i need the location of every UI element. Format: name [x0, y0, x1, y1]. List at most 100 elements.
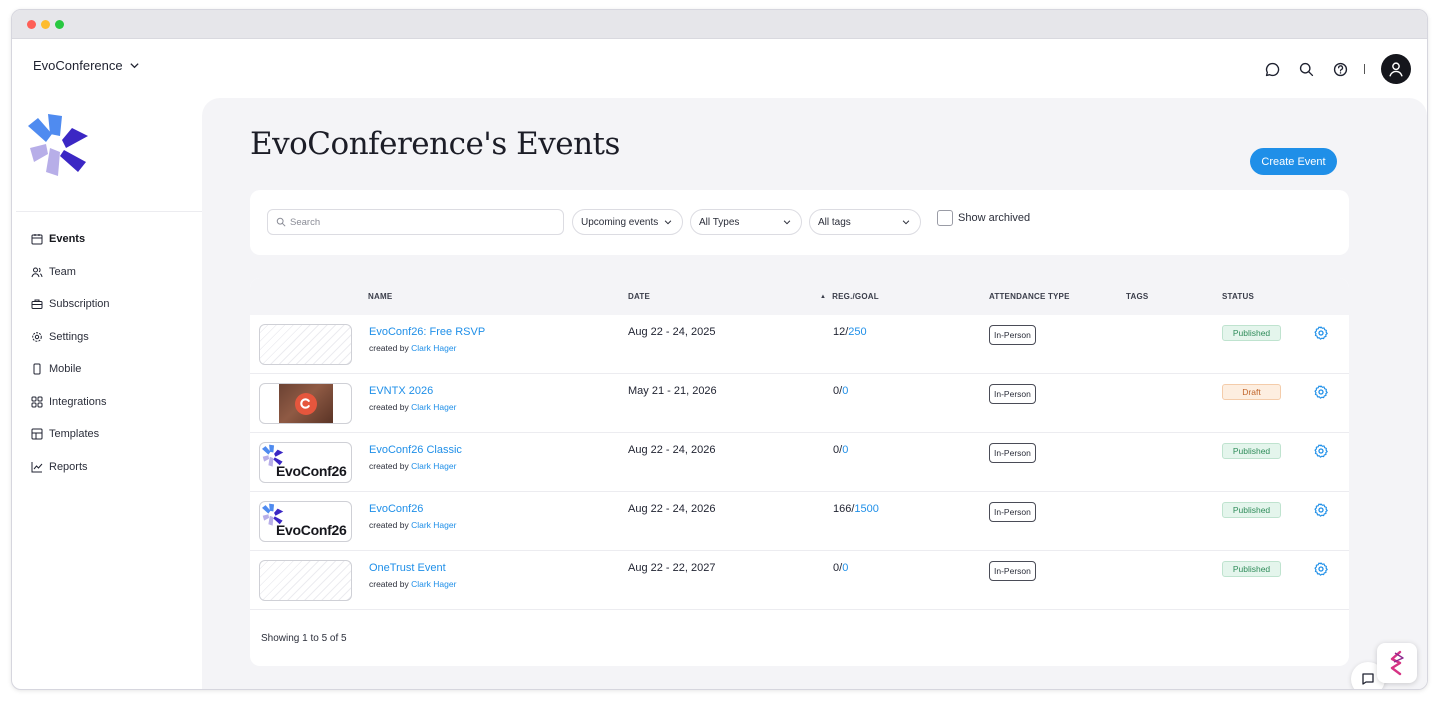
status-badge: Published: [1222, 502, 1281, 518]
event-settings-button[interactable]: [1314, 503, 1328, 517]
table-row: EVNTX 2026 created by Clark Hager May 21…: [250, 374, 1349, 433]
chat-icon[interactable]: [1262, 59, 1282, 79]
gear-icon: [1314, 444, 1328, 458]
brand-logo-icon[interactable]: [28, 114, 90, 178]
page-title: EvoConference's Events: [250, 126, 620, 162]
event-name-link[interactable]: EvoConf26 Classic: [369, 444, 462, 456]
creator-link[interactable]: Clark Hager: [411, 402, 456, 412]
create-event-button[interactable]: Create Event: [1250, 148, 1337, 175]
event-name-link[interactable]: EVNTX 2026: [369, 385, 433, 397]
sidebar-item-label: Templates: [49, 428, 100, 441]
window-close-button[interactable]: [27, 20, 36, 29]
event-settings-button[interactable]: [1314, 385, 1328, 399]
gear-icon: [1314, 503, 1328, 517]
column-header-status[interactable]: STATUS: [1222, 292, 1254, 301]
sidebar-item-reports[interactable]: Reports: [31, 451, 201, 484]
column-header-label: REG./GOAL: [832, 292, 879, 301]
created-by-label: created by: [369, 520, 409, 530]
main-content: EvoConference's Events Create Event Upco…: [202, 98, 1427, 689]
helper-widget-icon: [1390, 650, 1404, 676]
gear-icon: [1314, 326, 1328, 340]
sidebar-item-label: Events: [49, 233, 86, 246]
column-header-attendance[interactable]: ATTENDANCE TYPE: [989, 292, 1070, 301]
column-header-tags[interactable]: TAGS: [1126, 292, 1148, 301]
event-settings-button[interactable]: [1314, 444, 1328, 458]
sidebar-item-templates[interactable]: Templates: [31, 418, 201, 451]
status-badge: Published: [1222, 443, 1281, 459]
attendance-badge: In-Person: [989, 502, 1036, 522]
sidebar-item-integrations[interactable]: Integrations: [31, 386, 201, 419]
goal-link[interactable]: 0: [842, 385, 848, 397]
window-titlebar: [12, 10, 1427, 39]
event-name-link[interactable]: EvoConf26: Free RSVP: [369, 326, 485, 338]
creator-link[interactable]: Clark Hager: [411, 520, 456, 530]
event-name-link[interactable]: OneTrust Event: [369, 562, 446, 574]
sidebar-item-label: Subscription: [49, 298, 110, 311]
chat-bubble-icon: [1362, 673, 1374, 685]
search-icon[interactable]: [1296, 59, 1316, 79]
sort-asc-icon: ▲: [820, 293, 827, 300]
show-archived-label: Show archived: [958, 212, 1031, 224]
column-header-reg-goal[interactable]: ▲ REG./GOAL: [820, 292, 879, 301]
event-settings-button[interactable]: [1314, 562, 1328, 576]
goal-link[interactable]: 0: [842, 444, 848, 456]
goal-link[interactable]: 1500: [854, 503, 878, 515]
event-thumbnail[interactable]: [259, 324, 352, 365]
help-icon[interactable]: [1330, 59, 1350, 79]
status-badge: Published: [1222, 325, 1281, 341]
events-table: NAME DATE ▲ REG./GOAL ATTENDANCE TYPE TA…: [250, 278, 1349, 666]
sidebar-item-label: Mobile: [49, 363, 82, 376]
event-thumbnail[interactable]: EvoConf26: [259, 501, 352, 542]
sidebar-divider: [16, 211, 202, 212]
show-archived-toggle[interactable]: Show archived: [937, 210, 1030, 226]
event-settings-button[interactable]: [1314, 326, 1328, 340]
template-icon: [31, 428, 43, 440]
thumbnail-brand-text: EvoConf26: [276, 463, 347, 479]
dropdown-value: All Types: [699, 216, 740, 228]
created-by-label: created by: [369, 579, 409, 589]
table-row: EvoConf26 EvoConf26 Classic created by C…: [250, 433, 1349, 492]
creator-link[interactable]: Clark Hager: [411, 579, 456, 589]
reg-count: 0/: [833, 444, 843, 456]
event-thumbnail[interactable]: EvoConf26: [259, 442, 352, 483]
sidebar-item-subscription[interactable]: Subscription: [31, 288, 201, 321]
reg-count: 0/: [833, 385, 843, 397]
goal-link[interactable]: 250: [848, 326, 866, 338]
event-date: Aug 22 - 22, 2027: [628, 562, 716, 574]
org-switcher[interactable]: EvoConference: [33, 58, 140, 73]
briefcase-icon: [31, 299, 43, 310]
creator-link[interactable]: Clark Hager: [411, 343, 456, 353]
column-header-date[interactable]: DATE: [628, 292, 650, 301]
column-header-name[interactable]: NAME: [368, 292, 392, 301]
upcoming-events-dropdown[interactable]: Upcoming events: [572, 209, 683, 235]
tags-dropdown[interactable]: All tags: [809, 209, 921, 235]
event-thumbnail[interactable]: [259, 560, 352, 601]
sidebar-item-mobile[interactable]: Mobile: [31, 353, 201, 386]
search-field[interactable]: [267, 209, 564, 235]
user-avatar-icon[interactable]: [1381, 54, 1411, 84]
chevron-down-icon: [783, 220, 791, 225]
sidebar-item-label: Team: [49, 265, 76, 278]
search-input[interactable]: [290, 216, 540, 228]
created-by-label: created by: [369, 461, 409, 471]
sidebar-item-events[interactable]: Events: [31, 223, 201, 256]
goal-link[interactable]: 0: [842, 562, 848, 574]
sidebar-item-settings[interactable]: Settings: [31, 321, 201, 354]
sidebar-item-label: Settings: [49, 330, 89, 343]
window-minimize-button[interactable]: [41, 20, 50, 29]
window-maximize-button[interactable]: [55, 20, 64, 29]
event-reg-goal: 0/0: [833, 562, 848, 574]
creator-link[interactable]: Clark Hager: [411, 461, 456, 471]
table-row: EvoConf26: Free RSVP created by Clark Ha…: [250, 315, 1349, 374]
show-archived-checkbox[interactable]: [937, 210, 953, 226]
helper-widget-button[interactable]: [1377, 643, 1417, 683]
users-icon: [31, 267, 43, 277]
sidebar-item-team[interactable]: Team: [31, 256, 201, 289]
event-thumbnail[interactable]: [259, 383, 352, 424]
event-name-link[interactable]: EvoConf26: [369, 503, 423, 515]
created-by-label: created by: [369, 343, 409, 353]
event-photo: [278, 384, 333, 423]
event-logo-icon: [294, 392, 317, 415]
event-types-dropdown[interactable]: All Types: [690, 209, 802, 235]
attendance-badge: In-Person: [989, 561, 1036, 581]
